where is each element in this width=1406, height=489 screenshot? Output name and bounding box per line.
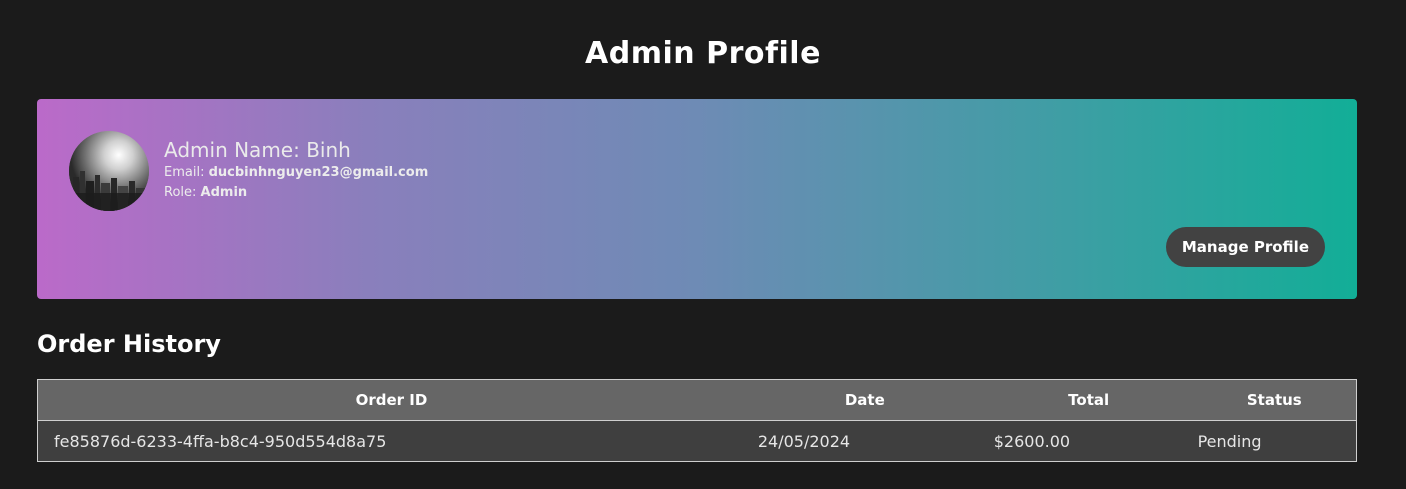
email-label: Email: [164, 165, 205, 180]
email-value: ducbinhnguyen23@gmail.com [208, 165, 429, 180]
header-status: Status [1192, 379, 1357, 421]
order-history-title: Order History [37, 330, 221, 358]
header-total: Total [984, 379, 1193, 421]
order-history-table: Order ID Date Total Status fe85876d-6233… [37, 379, 1357, 462]
header-order-id: Order ID [37, 379, 745, 421]
order-total-cell: $2600.00 [984, 420, 1193, 462]
table-row: fe85876d-6233-4ffa-b8c4-950d554d8a75 24/… [37, 420, 1357, 462]
avatar-image-icon [69, 131, 149, 211]
role-label: Role: [164, 185, 197, 200]
page-title: Admin Profile [585, 36, 821, 71]
profile-card: Admin Name: Binh Email: ducbinhnguyen23@… [37, 99, 1357, 299]
profile-info: Admin Name: Binh Email: ducbinhnguyen23@… [164, 137, 428, 203]
admin-name: Admin Name: Binh [164, 138, 351, 162]
role-value: Admin [200, 185, 248, 200]
order-id-cell: fe85876d-6233-4ffa-b8c4-950d554d8a75 [37, 420, 745, 462]
order-status-cell: Pending [1192, 420, 1357, 462]
table-header-row: Order ID Date Total Status [37, 379, 1357, 421]
manage-profile-button[interactable]: Manage Profile [1165, 227, 1325, 267]
avatar [69, 131, 149, 211]
admin-profile-page: Admin Profile Admin Name: Binh Email: du… [0, 0, 1406, 489]
order-date-cell: 24/05/2024 [744, 420, 985, 462]
role-row: Role: Admin [164, 183, 428, 203]
email-row: Email: ducbinhnguyen23@gmail.com [164, 163, 428, 183]
header-date: Date [744, 379, 985, 421]
